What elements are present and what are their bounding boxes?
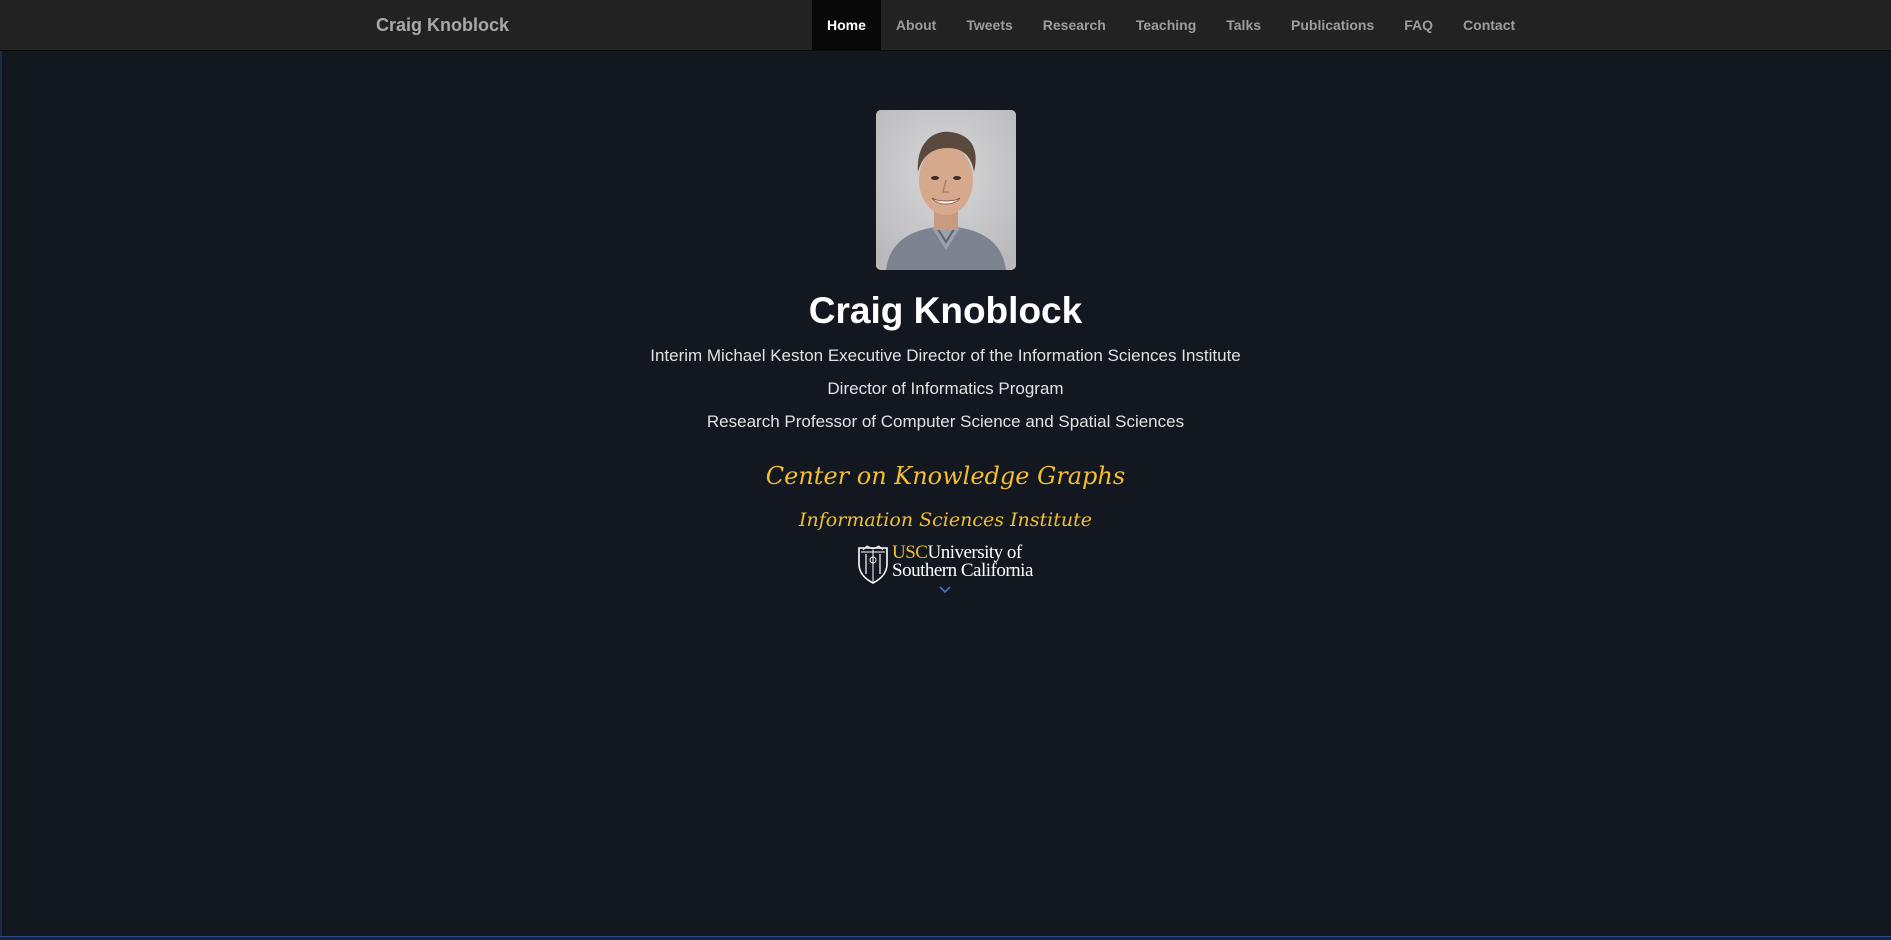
chevron-down-icon[interactable] (939, 586, 951, 594)
main-nav: Home About Tweets Research Teaching Talk… (812, 0, 1530, 50)
nav-item-teaching[interactable]: Teaching (1121, 0, 1211, 50)
nav-item-home[interactable]: Home (812, 0, 881, 50)
site-brand-link[interactable]: Craig Knoblock (376, 0, 509, 50)
top-navbar: Craig Knoblock Home About Tweets Researc… (0, 0, 1891, 51)
usc-logo[interactable]: USCUniversity of Southern California (857, 543, 1037, 584)
center-link[interactable]: Center on Knowledge Graphs (0, 462, 1891, 490)
profile-photo (876, 110, 1016, 270)
title-line-informatics-director: Director of Informatics Program (827, 379, 1064, 398)
usc-line2: Southern California (892, 560, 1033, 581)
title-line-research-professor: Research Professor of Computer Science a… (706, 412, 1185, 431)
institute-link[interactable]: Information Sciences Institute (0, 509, 1891, 531)
portrait-photo-icon (876, 110, 1016, 270)
nav-item-publications[interactable]: Publications (1276, 0, 1389, 50)
nav-item-about[interactable]: About (881, 0, 951, 50)
title-line-executive-director: Interim Michael Keston Executive Directo… (650, 346, 1241, 365)
nav-item-tweets[interactable]: Tweets (951, 0, 1027, 50)
window-bottom-edge (0, 936, 1891, 940)
nav-item-contact[interactable]: Contact (1448, 0, 1530, 50)
usc-wordmark: USCUniversity of Southern California (892, 543, 1033, 581)
person-name: Craig Knoblock (808, 290, 1083, 331)
nav-item-talks[interactable]: Talks (1211, 0, 1276, 50)
nav-item-research[interactable]: Research (1028, 0, 1121, 50)
usc-seal-icon (858, 545, 888, 584)
nav-item-faq[interactable]: FAQ (1389, 0, 1448, 50)
